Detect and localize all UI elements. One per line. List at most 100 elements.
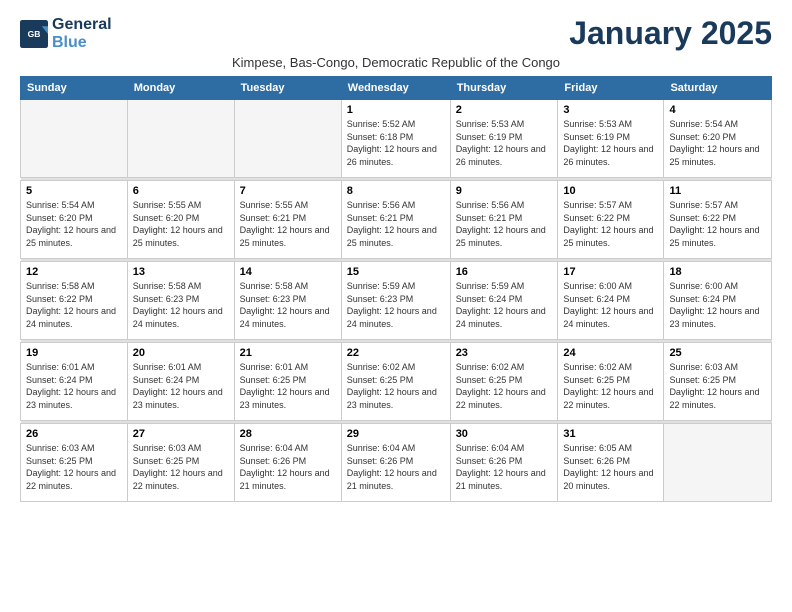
day-number: 26 (26, 428, 122, 440)
day-info: Sunrise: 5:58 AMSunset: 6:23 PMDaylight:… (240, 280, 336, 330)
day-info: Sunrise: 6:05 AMSunset: 6:26 PMDaylight:… (563, 442, 658, 492)
subtitle: Kimpese, Bas-Congo, Democratic Republic … (20, 55, 772, 70)
day-number: 9 (456, 185, 553, 197)
day-info: Sunrise: 6:02 AMSunset: 6:25 PMDaylight:… (347, 361, 445, 411)
week-row-1: 1 Sunrise: 5:52 AMSunset: 6:18 PMDaylight… (21, 100, 772, 178)
table-cell: 18 Sunrise: 6:00 AMSunset: 6:24 PMDayligh… (664, 262, 772, 340)
page: GB General Blue January 2025 Kimpese, Ba… (0, 0, 792, 612)
table-cell: 6 Sunrise: 5:55 AMSunset: 6:20 PMDaylight… (127, 181, 234, 259)
table-cell: 17Sunrise: 6:00 AMSunset: 6:24 PMDayligh… (558, 262, 664, 340)
day-info: Sunrise: 6:03 AMSunset: 6:25 PMDaylight:… (669, 361, 766, 411)
day-info: Sunrise: 5:55 AMSunset: 6:21 PMDaylight:… (240, 199, 336, 249)
day-number: 27 (133, 428, 229, 440)
table-cell: 22 Sunrise: 6:02 AMSunset: 6:25 PMDayligh… (341, 343, 450, 421)
header: GB General Blue January 2025 (20, 16, 772, 51)
table-cell: 16 Sunrise: 5:59 AMSunset: 6:24 PMDayligh… (450, 262, 558, 340)
table-cell: 10Sunrise: 5:57 AMSunset: 6:22 PMDayligh… (558, 181, 664, 259)
day-info: Sunrise: 5:52 AMSunset: 6:18 PMDaylight:… (347, 118, 445, 168)
day-number: 1 (347, 104, 445, 116)
day-info: Sunrise: 5:55 AMSunset: 6:20 PMDaylight:… (133, 199, 229, 249)
day-number: 6 (133, 185, 229, 197)
header-row: Sunday Monday Tuesday Wednesday Thursday… (21, 77, 772, 100)
table-cell: 23 Sunrise: 6:02 AMSunset: 6:25 PMDayligh… (450, 343, 558, 421)
day-number: 3 (563, 104, 658, 116)
day-number: 14 (240, 266, 336, 278)
day-number: 28 (240, 428, 336, 440)
day-info: Sunrise: 5:58 AMSunset: 6:23 PMDaylight:… (133, 280, 229, 330)
day-info: Sunrise: 6:04 AMSunset: 6:26 PMDaylight:… (347, 442, 445, 492)
logo-line1: General (52, 16, 112, 34)
day-info: Sunrise: 5:59 AMSunset: 6:24 PMDaylight:… (456, 280, 553, 330)
table-cell: 7 Sunrise: 5:55 AMSunset: 6:21 PMDaylight… (234, 181, 341, 259)
day-number: 17 (563, 266, 658, 278)
calendar-table: Sunday Monday Tuesday Wednesday Thursday… (20, 76, 772, 502)
day-number: 31 (563, 428, 658, 440)
logo-line2: Blue (52, 34, 112, 52)
day-number: 13 (133, 266, 229, 278)
table-cell: 24Sunrise: 6:02 AMSunset: 6:25 PMDayligh… (558, 343, 664, 421)
table-cell: 19 Sunrise: 6:01 AMSunset: 6:24 PMDayligh… (21, 343, 128, 421)
day-info: Sunrise: 5:57 AMSunset: 6:22 PMDaylight:… (563, 199, 658, 249)
day-number: 18 (669, 266, 766, 278)
table-cell (234, 100, 341, 178)
day-info: Sunrise: 5:57 AMSunset: 6:22 PMDaylight:… (669, 199, 766, 249)
svg-text:GB: GB (28, 29, 41, 39)
logo-area: GB General Blue (20, 16, 112, 51)
table-cell: 4Sunrise: 5:54 AMSunset: 6:20 PMDaylight… (664, 100, 772, 178)
table-cell: 26 Sunrise: 6:03 AMSunset: 6:25 PMDayligh… (21, 424, 128, 502)
table-cell: 31 Sunrise: 6:05 AMSunset: 6:26 PMDayligh… (558, 424, 664, 502)
day-number: 20 (133, 347, 229, 359)
table-cell: 25Sunrise: 6:03 AMSunset: 6:25 PMDayligh… (664, 343, 772, 421)
day-info: Sunrise: 5:56 AMSunset: 6:21 PMDaylight:… (347, 199, 445, 249)
day-info: Sunrise: 5:59 AMSunset: 6:23 PMDaylight:… (347, 280, 445, 330)
day-info: Sunrise: 6:00 AMSunset: 6:24 PMDaylight:… (669, 280, 766, 330)
day-info: Sunrise: 6:01 AMSunset: 6:24 PMDaylight:… (26, 361, 122, 411)
day-number: 8 (347, 185, 445, 197)
table-cell: 11 Sunrise: 5:57 AMSunset: 6:22 PMDayligh… (664, 181, 772, 259)
day-info: Sunrise: 6:02 AMSunset: 6:25 PMDaylight:… (456, 361, 553, 411)
day-number: 19 (26, 347, 122, 359)
title-area: January 2025 (569, 16, 772, 51)
week-row-5: 26 Sunrise: 6:03 AMSunset: 6:25 PMDayligh… (21, 424, 772, 502)
day-number: 21 (240, 347, 336, 359)
month-title: January 2025 (569, 16, 772, 51)
table-cell: 27Sunrise: 6:03 AMSunset: 6:25 PMDayligh… (127, 424, 234, 502)
table-cell (127, 100, 234, 178)
week-row-2: 5Sunrise: 5:54 AMSunset: 6:20 PMDaylight… (21, 181, 772, 259)
table-cell: 15 Sunrise: 5:59 AMSunset: 6:23 PMDayligh… (341, 262, 450, 340)
day-info: Sunrise: 5:54 AMSunset: 6:20 PMDaylight:… (669, 118, 766, 168)
day-info: Sunrise: 5:56 AMSunset: 6:21 PMDaylight:… (456, 199, 553, 249)
col-tuesday: Tuesday (234, 77, 341, 100)
day-info: Sunrise: 6:04 AMSunset: 6:26 PMDaylight:… (456, 442, 553, 492)
table-cell (21, 100, 128, 178)
week-row-4: 19 Sunrise: 6:01 AMSunset: 6:24 PMDayligh… (21, 343, 772, 421)
day-number: 15 (347, 266, 445, 278)
table-cell: 30Sunrise: 6:04 AMSunset: 6:26 PMDayligh… (450, 424, 558, 502)
table-cell: 2Sunrise: 5:53 AMSunset: 6:19 PMDaylight… (450, 100, 558, 178)
day-number: 23 (456, 347, 553, 359)
table-cell: 20 Sunrise: 6:01 AMSunset: 6:24 PMDayligh… (127, 343, 234, 421)
day-number: 22 (347, 347, 445, 359)
col-wednesday: Wednesday (341, 77, 450, 100)
week-row-3: 12Sunrise: 5:58 AMSunset: 6:22 PMDayligh… (21, 262, 772, 340)
table-cell: 14 Sunrise: 5:58 AMSunset: 6:23 PMDayligh… (234, 262, 341, 340)
logo-text: General Blue (52, 16, 112, 51)
day-number: 29 (347, 428, 445, 440)
day-number: 16 (456, 266, 553, 278)
day-number: 24 (563, 347, 658, 359)
col-friday: Friday (558, 77, 664, 100)
day-number: 11 (669, 185, 766, 197)
day-number: 12 (26, 266, 122, 278)
table-cell: 12Sunrise: 5:58 AMSunset: 6:22 PMDayligh… (21, 262, 128, 340)
day-info: Sunrise: 6:01 AMSunset: 6:24 PMDaylight:… (133, 361, 229, 411)
day-info: Sunrise: 5:53 AMSunset: 6:19 PMDaylight:… (563, 118, 658, 168)
table-cell: 3 Sunrise: 5:53 AMSunset: 6:19 PMDaylight… (558, 100, 664, 178)
col-sunday: Sunday (21, 77, 128, 100)
day-number: 7 (240, 185, 336, 197)
day-info: Sunrise: 6:03 AMSunset: 6:25 PMDaylight:… (26, 442, 122, 492)
table-cell: 5Sunrise: 5:54 AMSunset: 6:20 PMDaylight… (21, 181, 128, 259)
day-info: Sunrise: 6:04 AMSunset: 6:26 PMDaylight:… (240, 442, 336, 492)
col-thursday: Thursday (450, 77, 558, 100)
table-cell (664, 424, 772, 502)
day-number: 2 (456, 104, 553, 116)
